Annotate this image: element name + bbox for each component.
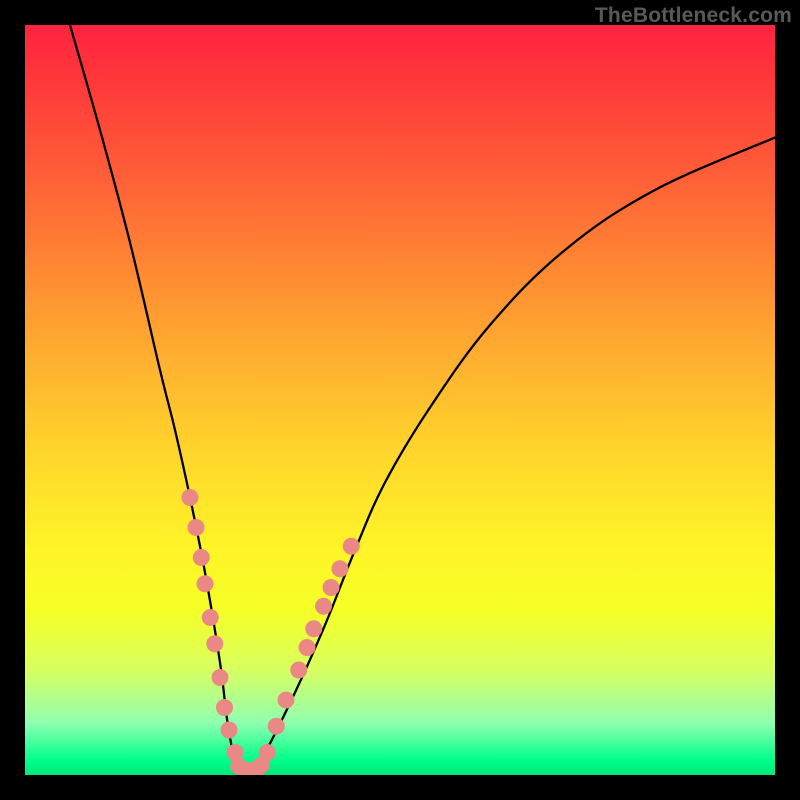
curve-svg	[25, 25, 775, 775]
highlight-point	[299, 639, 316, 656]
highlight-point	[259, 744, 276, 761]
highlight-point	[216, 699, 233, 716]
highlight-point	[343, 538, 360, 555]
highlight-point	[193, 549, 210, 566]
highlight-point	[323, 579, 340, 596]
highlight-point	[332, 560, 349, 577]
highlight-point	[305, 620, 322, 637]
highlight-point	[197, 575, 214, 592]
highlight-point	[290, 662, 307, 679]
highlight-point	[212, 669, 229, 686]
highlight-point	[182, 489, 199, 506]
highlight-point	[206, 635, 223, 652]
highlight-point	[278, 692, 295, 709]
highlight-point	[188, 519, 205, 536]
highlight-point	[221, 722, 238, 739]
chart-area	[25, 25, 775, 775]
highlight-point	[315, 598, 332, 615]
watermark-label: TheBottleneck.com	[595, 4, 792, 28]
bottleneck-curve	[70, 25, 775, 773]
highlight-point	[268, 718, 285, 735]
highlight-markers	[182, 489, 360, 775]
highlight-point	[202, 609, 219, 626]
